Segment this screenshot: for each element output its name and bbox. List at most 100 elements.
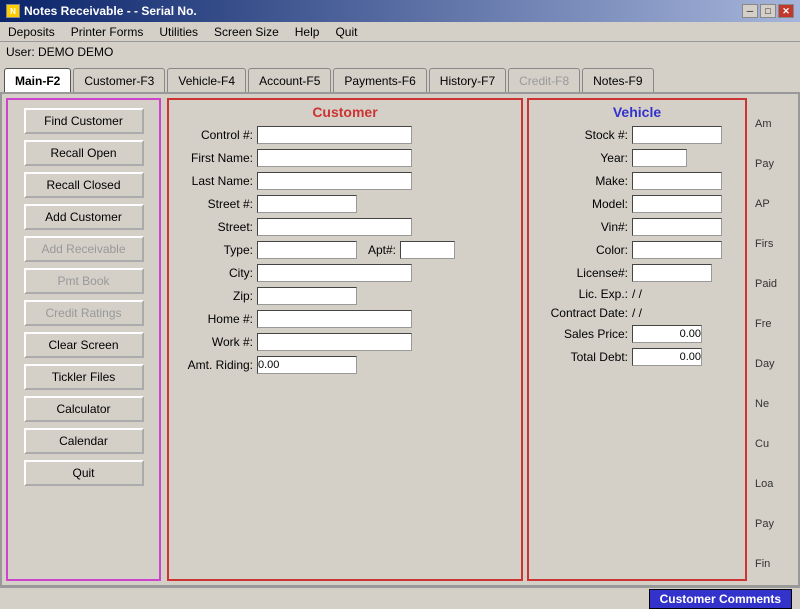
make-input[interactable] bbox=[632, 172, 722, 190]
home-input[interactable] bbox=[257, 310, 412, 328]
right-label-7: Ne bbox=[755, 398, 792, 410]
right-label-6: Day bbox=[755, 358, 792, 370]
home-label: Home #: bbox=[173, 312, 253, 326]
tickler-files-button[interactable]: Tickler Files bbox=[24, 364, 144, 390]
menu-deposits[interactable]: Deposits bbox=[4, 25, 59, 39]
main-content: Find Customer Recall Open Recall Closed … bbox=[0, 92, 800, 587]
work-row: Work #: bbox=[173, 333, 517, 351]
window-title: Notes Receivable - - Serial No. bbox=[24, 4, 197, 18]
control-label: Control #: bbox=[173, 128, 253, 142]
control-row: Control #: bbox=[173, 126, 517, 144]
stock-input[interactable] bbox=[632, 126, 722, 144]
city-input[interactable] bbox=[257, 264, 412, 282]
zip-input[interactable] bbox=[257, 287, 357, 305]
model-row: Model: bbox=[533, 195, 741, 213]
customer-comments-button[interactable]: Customer Comments bbox=[649, 589, 792, 609]
lic-exp-label: Lic. Exp.: bbox=[533, 287, 628, 301]
add-receivable-button: Add Receivable bbox=[24, 236, 144, 262]
quit-button[interactable]: Quit bbox=[24, 460, 144, 486]
model-label: Model: bbox=[533, 197, 628, 211]
menu-screen-size[interactable]: Screen Size bbox=[210, 25, 283, 39]
tabs-bar: Main-F2 Customer-F3 Vehicle-F4 Account-F… bbox=[0, 62, 800, 92]
control-input[interactable] bbox=[257, 126, 412, 144]
find-customer-button[interactable]: Find Customer bbox=[24, 108, 144, 134]
color-row: Color: bbox=[533, 241, 741, 259]
streetnum-input[interactable] bbox=[257, 195, 357, 213]
recall-closed-button[interactable]: Recall Closed bbox=[24, 172, 144, 198]
street-label: Street: bbox=[173, 220, 253, 234]
firstname-input[interactable] bbox=[257, 149, 412, 167]
color-label: Color: bbox=[533, 243, 628, 257]
right-label-1: Pay bbox=[755, 158, 792, 170]
amt-riding-row: Amt. Riding: bbox=[173, 356, 517, 374]
vehicle-section: Vehicle Stock #: Year: Make: Model: Vin#… bbox=[527, 98, 747, 581]
amt-riding-input[interactable] bbox=[257, 356, 357, 374]
vin-label: Vin#: bbox=[533, 220, 628, 234]
sales-label: Sales Price: bbox=[533, 327, 628, 341]
license-label: License#: bbox=[533, 266, 628, 280]
tab-credit: Credit-F8 bbox=[508, 68, 580, 92]
model-input[interactable] bbox=[632, 195, 722, 213]
menu-bar: Deposits Printer Forms Utilities Screen … bbox=[0, 22, 800, 42]
total-row: Total Debt: bbox=[533, 348, 741, 366]
work-input[interactable] bbox=[257, 333, 412, 351]
close-button[interactable]: ✕ bbox=[778, 4, 794, 18]
tab-account[interactable]: Account-F5 bbox=[248, 68, 331, 92]
contract-label: Contract Date: bbox=[533, 306, 628, 320]
right-label-3: Firs bbox=[755, 238, 792, 250]
total-label: Total Debt: bbox=[533, 350, 628, 364]
maximize-button[interactable]: □ bbox=[760, 4, 776, 18]
apt-input[interactable] bbox=[400, 241, 455, 259]
vin-input[interactable] bbox=[632, 218, 722, 236]
firstname-row: First Name: bbox=[173, 149, 517, 167]
year-input[interactable] bbox=[632, 149, 687, 167]
type-label: Type: bbox=[173, 243, 253, 257]
menu-printer-forms[interactable]: Printer Forms bbox=[67, 25, 148, 39]
menu-utilities[interactable]: Utilities bbox=[155, 25, 202, 39]
clear-screen-button[interactable]: Clear Screen bbox=[24, 332, 144, 358]
menu-quit[interactable]: Quit bbox=[331, 25, 361, 39]
street-input[interactable] bbox=[257, 218, 412, 236]
right-label-4: Paid bbox=[755, 278, 792, 290]
tab-vehicle[interactable]: Vehicle-F4 bbox=[167, 68, 246, 92]
firstname-label: First Name: bbox=[173, 151, 253, 165]
lic-exp-value: / / bbox=[632, 287, 642, 301]
minimize-button[interactable]: ─ bbox=[742, 4, 758, 18]
type-input[interactable] bbox=[257, 241, 357, 259]
right-label-10: Pay bbox=[755, 518, 792, 530]
right-label-9: Loa bbox=[755, 478, 792, 490]
right-label-2: AP bbox=[755, 198, 792, 210]
total-input[interactable] bbox=[632, 348, 702, 366]
vehicle-title: Vehicle bbox=[533, 104, 741, 120]
calculator-button[interactable]: Calculator bbox=[24, 396, 144, 422]
right-label-8: Cu bbox=[755, 438, 792, 450]
make-row: Make: bbox=[533, 172, 741, 190]
tab-customer[interactable]: Customer-F3 bbox=[73, 68, 165, 92]
menu-help[interactable]: Help bbox=[291, 25, 324, 39]
contract-value: / / bbox=[632, 306, 642, 320]
stock-label: Stock #: bbox=[533, 128, 628, 142]
streetnum-label: Street #: bbox=[173, 197, 253, 211]
lastname-input[interactable] bbox=[257, 172, 412, 190]
right-label-11: Fin bbox=[755, 558, 792, 570]
right-label-5: Fre bbox=[755, 318, 792, 330]
customer-section: Customer Control #: First Name: Last Nam… bbox=[167, 98, 523, 581]
tab-payments[interactable]: Payments-F6 bbox=[333, 68, 426, 92]
apt-label: Apt#: bbox=[361, 243, 396, 257]
city-row: City: bbox=[173, 264, 517, 282]
user-bar: User: DEMO DEMO bbox=[0, 42, 800, 62]
add-customer-button[interactable]: Add Customer bbox=[24, 204, 144, 230]
recall-open-button[interactable]: Recall Open bbox=[24, 140, 144, 166]
sales-input[interactable] bbox=[632, 325, 702, 343]
calendar-button[interactable]: Calendar bbox=[24, 428, 144, 454]
color-input[interactable] bbox=[632, 241, 722, 259]
tab-notes[interactable]: Notes-F9 bbox=[582, 68, 653, 92]
tab-history[interactable]: History-F7 bbox=[429, 68, 506, 92]
type-row: Type: Apt#: bbox=[173, 241, 517, 259]
customer-title: Customer bbox=[173, 104, 517, 120]
lastname-label: Last Name: bbox=[173, 174, 253, 188]
tab-main[interactable]: Main-F2 bbox=[4, 68, 71, 92]
license-input[interactable] bbox=[632, 264, 712, 282]
stock-row: Stock #: bbox=[533, 126, 741, 144]
status-bar: Customer Comments bbox=[0, 587, 800, 609]
